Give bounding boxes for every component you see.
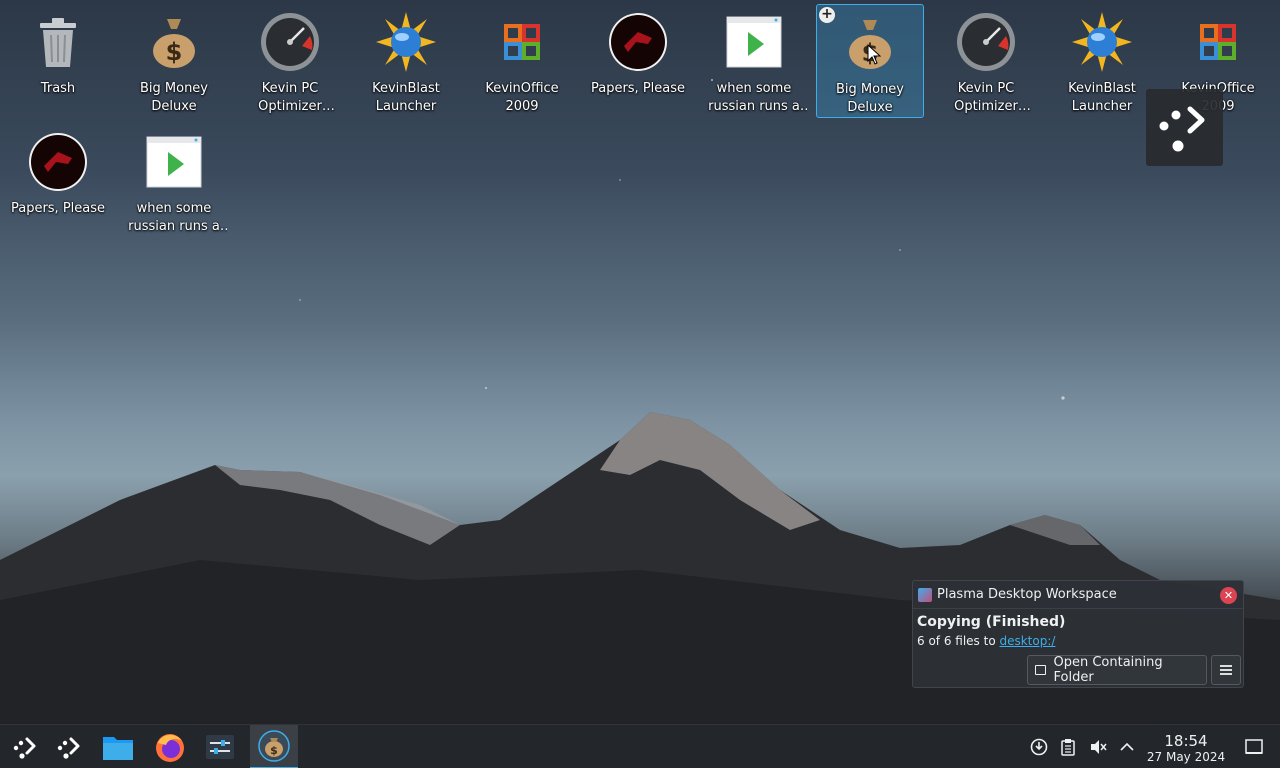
desktop-icon-video[interactable]: when some russian runs a ...	[700, 4, 808, 118]
papers-please-icon	[606, 10, 670, 74]
notification-title: Copying (Finished)	[917, 614, 1066, 630]
clock-date: 27 May 2024	[1146, 750, 1226, 764]
desktop-icon-video-2[interactable]: when some russian runs a ...	[120, 124, 228, 238]
taskbar-file-manager[interactable]	[94, 725, 142, 768]
select-plus-icon[interactable]: +	[819, 7, 835, 23]
desktop-icon-papers-please-2[interactable]: Papers, Please	[4, 124, 112, 238]
trash-icon	[26, 10, 90, 74]
notification-app-name: Plasma Desktop Workspace	[937, 587, 1117, 602]
video-file-icon	[722, 10, 786, 74]
papers-please-icon	[26, 130, 90, 194]
tray-volume-muted-icon[interactable]	[1088, 737, 1108, 757]
plasma-app-icon	[918, 587, 932, 602]
desktop-icon-papers-please[interactable]: Papers, Please	[584, 4, 692, 118]
launcher-alt-icon	[57, 737, 80, 759]
icon-label: Kevin PC Optimizer Hom...	[954, 81, 1018, 114]
firefox-icon	[156, 734, 184, 762]
desktop-link[interactable]: desktop:/	[999, 634, 1055, 648]
notification-body: 6 of 6 files to desktop:/	[917, 634, 1055, 648]
icon-label: when some russian runs a ...	[128, 201, 220, 234]
gauge-icon	[258, 10, 322, 74]
svg-text:$: $	[270, 744, 278, 757]
taskbar-system-settings[interactable]	[196, 725, 244, 768]
icon-label: Big Money Deluxe	[835, 82, 904, 115]
icon-label: Papers, Please	[10, 201, 106, 216]
icon-label: Big Money Deluxe	[139, 81, 208, 114]
icon-label: KevinBlast Launcher	[1068, 81, 1136, 114]
gauge-icon	[954, 10, 1018, 74]
desktop-icon-kevin-pc-optimizer[interactable]: Kevin PC Optimizer Hom...	[236, 4, 344, 118]
desktop-icon-kevin-pc-optimizer-2[interactable]: Kevin PC Optimizer Hom...	[932, 4, 1040, 118]
tray-expand-chevron-up-icon[interactable]	[1117, 737, 1137, 757]
icon-label: KevinBlast Launcher	[372, 81, 440, 114]
taskbar: $ 18:54 27 May 2024	[0, 724, 1280, 768]
overview-button[interactable]	[46, 725, 94, 768]
desktop-icon-kevinblast-launcher[interactable]: KevinBlast Launcher	[352, 4, 460, 118]
video-file-icon	[142, 130, 206, 194]
taskbar-big-money-deluxe[interactable]: $	[250, 725, 298, 768]
money-bag-icon: $	[142, 10, 206, 74]
copy-notification: Plasma Desktop Workspace ✕ Copying (Fini…	[912, 580, 1244, 688]
icon-label: Kevin PC Optimizer Hom...	[258, 81, 322, 114]
notification-header: Plasma Desktop Workspace	[913, 581, 1243, 609]
settings-sliders-icon	[206, 735, 234, 759]
hamburger-icon	[1220, 665, 1232, 675]
notification-menu-button[interactable]	[1211, 655, 1241, 685]
notification-body-text: 6 of 6 files to	[917, 634, 1000, 648]
launcher-dots-icon	[1159, 106, 1205, 152]
office-logo-icon	[490, 10, 554, 74]
globe-burst-icon	[374, 10, 438, 74]
close-icon[interactable]: ✕	[1220, 587, 1237, 604]
globe-burst-icon	[1070, 10, 1134, 74]
icon-label: Trash	[40, 81, 76, 96]
application-launcher-button[interactable]	[2, 725, 50, 768]
desktop-icon-kevinoffice-2009[interactable]: KevinOffice 2009	[468, 4, 576, 118]
office-logo-icon	[1186, 10, 1250, 74]
tray-update-icon[interactable]	[1029, 737, 1049, 757]
digital-clock[interactable]: 18:54 27 May 2024	[1144, 732, 1228, 764]
svg-text:$: $	[166, 38, 183, 66]
taskbar-firefox[interactable]	[146, 725, 194, 768]
desktop-icon-big-money-deluxe[interactable]: $ Big Money Deluxe	[120, 4, 228, 118]
icon-label: KevinOffice 2009	[485, 81, 559, 114]
open-containing-folder-button[interactable]: Open Containing Folder	[1027, 655, 1207, 685]
money-bag-icon: $	[258, 730, 290, 762]
desktop-icon-trash[interactable]: Trash	[4, 4, 112, 118]
clock-time: 18:54	[1164, 732, 1208, 750]
open-folder-label: Open Containing Folder	[1053, 655, 1163, 685]
mouse-cursor-icon	[867, 44, 881, 65]
show-desktop-icon[interactable]	[1244, 737, 1264, 757]
icon-label: when some russian runs a ...	[708, 81, 800, 114]
tray-clipboard-icon[interactable]	[1058, 737, 1078, 757]
folder-icon	[1035, 665, 1047, 675]
folder-icon	[103, 737, 133, 760]
icon-label: Papers, Please	[590, 81, 686, 96]
desktop-icon-kevinblast-launcher-2[interactable]: KevinBlast Launcher	[1048, 4, 1156, 118]
floating-launcher-widget[interactable]	[1146, 89, 1223, 166]
launcher-icon	[13, 737, 36, 759]
